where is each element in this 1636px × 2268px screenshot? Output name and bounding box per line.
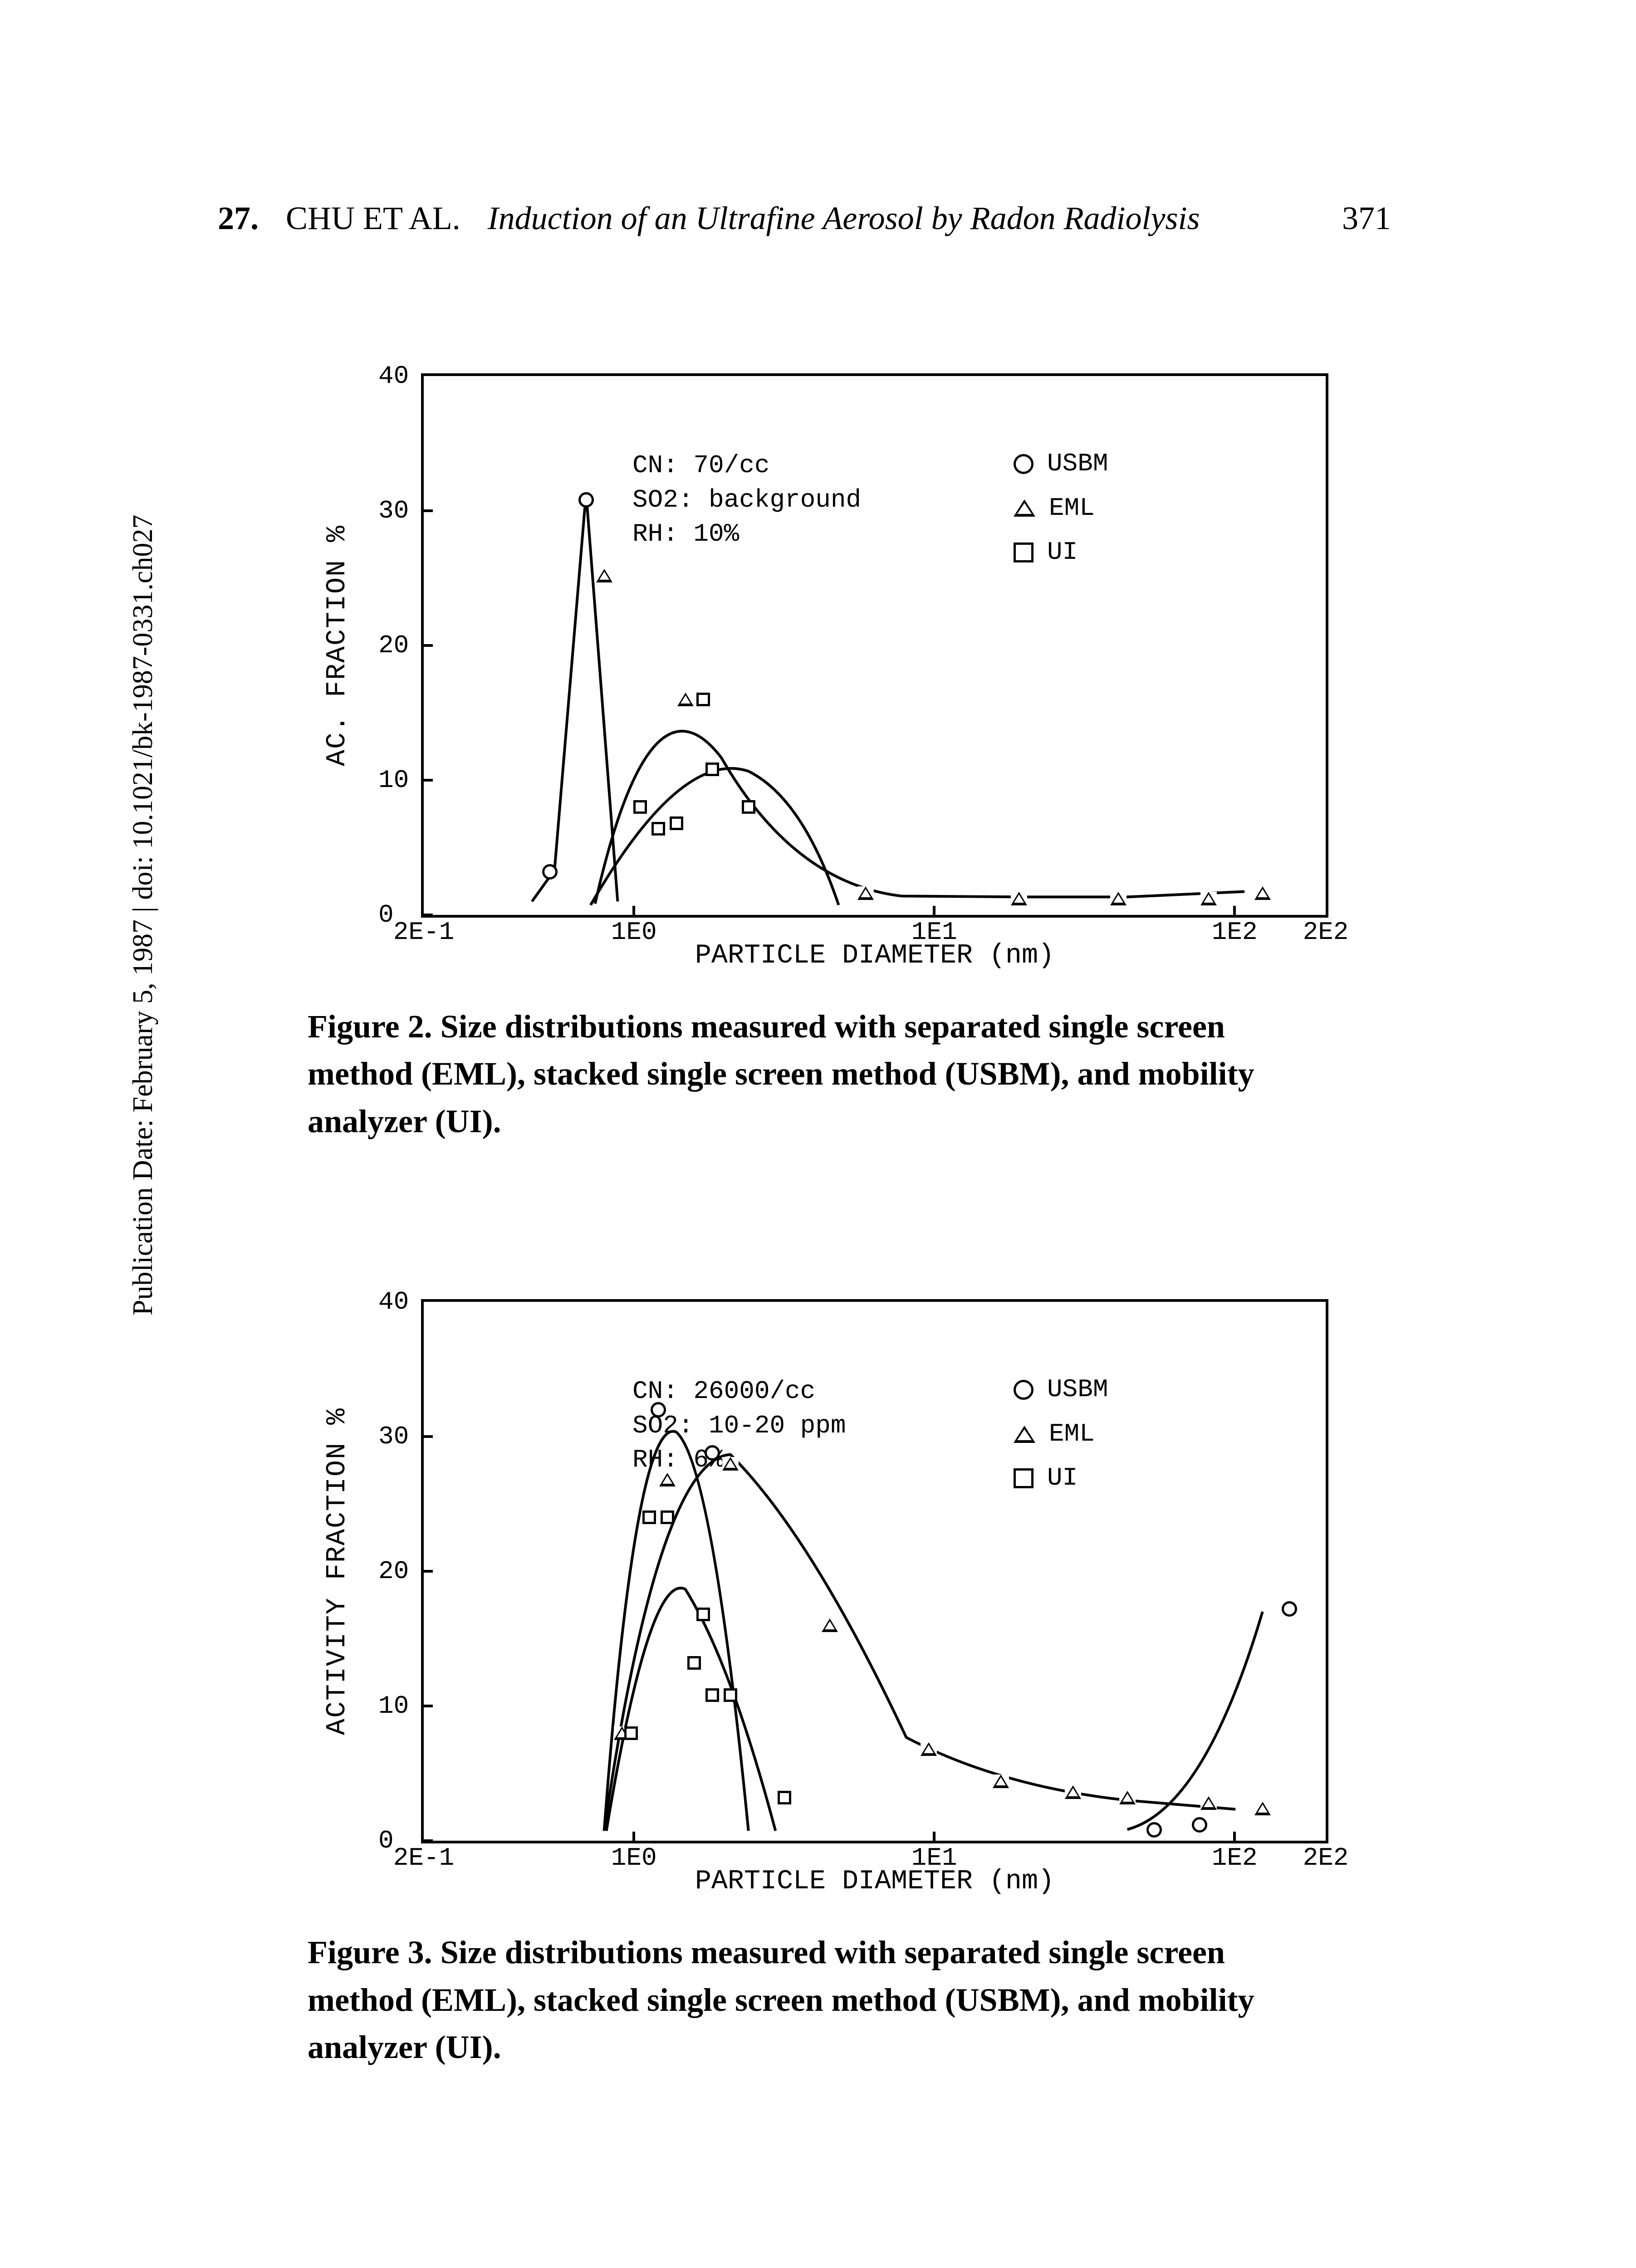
xtick: 1E1: [911, 1843, 957, 1872]
ytick: 30: [378, 1422, 409, 1451]
paper-title: Induction of an Ultrafine Aerosol by Rad…: [488, 200, 1200, 237]
ytick: 20: [378, 631, 409, 660]
figure-3-xlabel: PARTICLE DIAMETER (nm): [421, 1866, 1328, 1897]
figure-3-plot: ACTIVITY FRACTION % 0 10 20 30 40 2E-1 1…: [421, 1299, 1328, 1843]
ytick: 20: [378, 1557, 409, 1586]
page-number: 371: [1342, 200, 1418, 237]
figure-3-curves: [424, 1302, 1326, 1841]
ytick: 40: [378, 362, 409, 391]
figure-3-caption: Figure 3. Size distributions measured wi…: [308, 1929, 1328, 2071]
ytick: 10: [378, 766, 409, 795]
xtick: 2E-1: [393, 1843, 454, 1872]
ytick: 10: [378, 1691, 409, 1721]
xtick: 2E2: [1303, 1843, 1349, 1872]
publication-sidetext: Publication Date: February 5, 1987 | doi…: [127, 515, 159, 1315]
xtick: 1E2: [1212, 918, 1258, 947]
ytick: 0: [378, 900, 394, 929]
figure-2-caption: Figure 2. Size distributions measured wi…: [308, 1003, 1328, 1145]
figure-2-plot: AC. FRACTION % 0 10 20 30 40 2E-1 1E0 1E…: [421, 373, 1328, 918]
ytick: 0: [378, 1826, 394, 1855]
authors: CHU ET AL.: [286, 200, 460, 237]
running-header: 27. CHU ET AL. Induction of an Ultrafine…: [218, 200, 1418, 237]
xtick: 1E2: [1212, 1843, 1258, 1872]
xtick: 1E0: [611, 918, 657, 947]
xtick: 1E0: [611, 1843, 657, 1872]
chapter-number: 27.: [218, 200, 259, 237]
xtick: 2E-1: [393, 918, 454, 947]
figure-3-ylabel: ACTIVITY FRACTION %: [322, 1408, 353, 1735]
ytick: 30: [378, 496, 409, 525]
ytick: 40: [378, 1287, 409, 1316]
figure-2-curves: [424, 376, 1326, 915]
xtick: 2E2: [1303, 918, 1349, 947]
xtick: 1E1: [911, 918, 957, 947]
figure-2-ylabel: AC. FRACTION %: [322, 525, 353, 766]
figure-3: ACTIVITY FRACTION % 0 10 20 30 40 2E-1 1…: [308, 1299, 1328, 2071]
figure-2-xlabel: PARTICLE DIAMETER (nm): [421, 940, 1328, 971]
figure-2: AC. FRACTION % 0 10 20 30 40 2E-1 1E0 1E…: [308, 373, 1328, 1145]
page: Publication Date: February 5, 1987 | doi…: [0, 0, 1636, 2268]
